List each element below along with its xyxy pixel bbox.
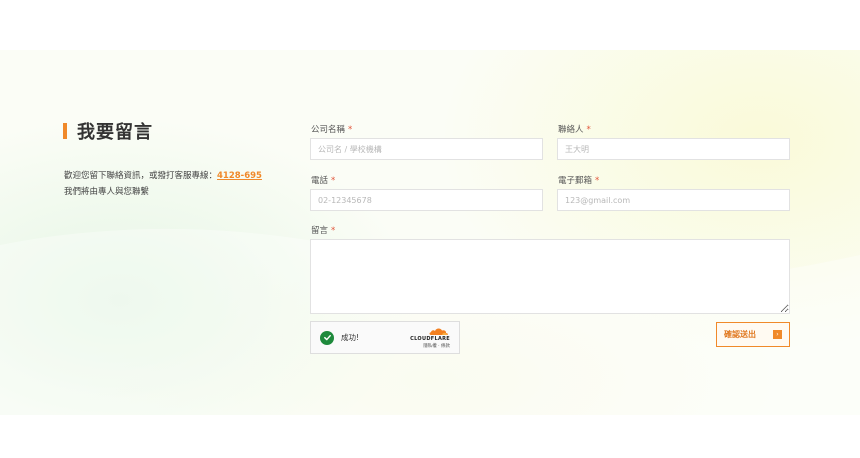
heading-accent-bar [63, 123, 67, 139]
submit-label: 確認送出 [724, 330, 756, 339]
email-label: 電子郵箱 * [558, 174, 599, 186]
required-mark: * [595, 176, 600, 186]
intro-text: 歡迎您留下聯絡資訊，或撥打客服專線：4128-695 我們將由專人與您聯繫 [64, 168, 262, 200]
company-input[interactable] [310, 138, 543, 160]
required-mark: * [348, 125, 353, 135]
cloudflare-branding: CLOUDFLARE 隱私權 · 條款 [410, 326, 450, 349]
required-mark: * [331, 226, 336, 236]
cloudflare-logo-icon [429, 328, 448, 335]
company-label: 公司名稱 * [311, 123, 352, 135]
required-mark: * [331, 176, 336, 186]
message-textarea[interactable] [310, 239, 790, 314]
phone-label-text: 電話 [311, 176, 329, 186]
captcha-status: 成功! [341, 333, 360, 342]
cloudflare-captcha[interactable]: 成功! CLOUDFLARE 隱私權 · 條款 [310, 321, 460, 354]
contact-label-text: 聯絡人 [558, 125, 584, 135]
section-heading: 我要留言 [63, 118, 153, 144]
company-label-text: 公司名稱 [311, 125, 346, 135]
phone-label: 電話 * [311, 174, 335, 186]
arrow-right-icon: › [773, 330, 782, 339]
email-input[interactable] [557, 189, 790, 211]
contact-input[interactable] [557, 138, 790, 160]
contact-label: 聯絡人 * [558, 123, 591, 135]
email-label-text: 電子郵箱 [558, 176, 593, 186]
intro-line-1: 歡迎您留下聯絡資訊，或撥打客服專線：4128-695 [64, 168, 262, 184]
cloudflare-links[interactable]: 隱私權 · 條款 [423, 343, 450, 349]
message-label-text: 留言 [311, 226, 329, 236]
phone-input[interactable] [310, 189, 543, 211]
page-title: 我要留言 [77, 122, 153, 143]
intro-line-1-text: 歡迎您留下聯絡資訊，或撥打客服專線： [64, 171, 218, 181]
message-label: 留言 * [311, 224, 335, 236]
success-check-icon [320, 330, 334, 345]
intro-line-2: 我們將由專人與您聯繫 [64, 187, 150, 197]
phone-link[interactable]: 4128-695 [217, 171, 262, 181]
submit-button[interactable]: 確認送出 › [716, 322, 790, 347]
required-mark: * [586, 125, 591, 135]
background-wave [0, 228, 860, 415]
cloudflare-name: CLOUDFLARE [410, 336, 450, 342]
